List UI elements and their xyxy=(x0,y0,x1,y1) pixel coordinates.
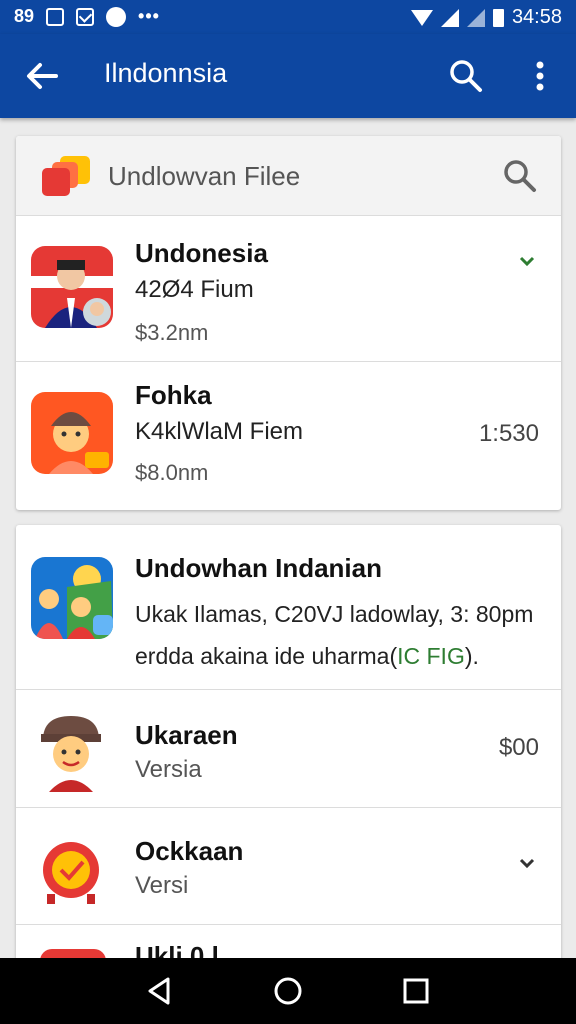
alarm-clock-icon xyxy=(31,826,113,908)
item-title: Undowhan Indanian xyxy=(135,553,382,583)
item-subtitle: K4klWlaM Fiem xyxy=(135,418,304,445)
search-icon[interactable] xyxy=(500,156,540,196)
list-item[interactable]: Undonesia 42Ø4 Fium $3.2nm xyxy=(16,216,561,362)
feature-item[interactable]: Undowhan Indanian Ukak Ilamas, C20VJ lad… xyxy=(16,525,561,690)
item-time: 1:530 xyxy=(478,420,539,447)
status-time: 34:58 xyxy=(511,6,562,28)
character-avatar-icon xyxy=(31,392,113,474)
battery-icon xyxy=(492,8,504,27)
more-dots-icon: ••• xyxy=(138,6,160,26)
item-price: $3.2nm xyxy=(135,320,209,345)
group-avatar-icon xyxy=(31,557,113,639)
item-title: Fohka xyxy=(135,380,212,410)
status-bar: 89 ••• 34:58 xyxy=(0,0,576,34)
item-description: erdda akaina ide uharma(IC FIG). xyxy=(135,643,479,669)
list-item[interactable]: Ockkaan Versi xyxy=(16,808,561,925)
status-number: 89 xyxy=(14,6,35,26)
item-title: Ukaraen xyxy=(135,720,238,750)
list-item[interactable]: Ukaraen Versia $00 xyxy=(16,690,561,808)
item-subtitle: 42Ø4 Fium xyxy=(135,276,254,303)
signal-icon xyxy=(466,8,485,27)
app-list-card: Undowhan Indanian Ukak Ilamas, C20VJ lad… xyxy=(16,525,561,965)
back-triangle-icon[interactable] xyxy=(140,971,180,1011)
search-input[interactable]: Undlowvan Filee xyxy=(108,161,300,192)
app-bar: Ilndonnsia xyxy=(0,34,576,118)
gallery-icon xyxy=(46,7,65,26)
search-results-card: Undlowvan Filee Undonesia 42Ø4 Fium $3.2… xyxy=(16,136,561,510)
item-price: $8.0nm xyxy=(135,460,209,485)
item-subtitle: Versia xyxy=(135,756,202,783)
item-title: Undonesia xyxy=(135,238,268,268)
search-icon[interactable] xyxy=(446,56,486,96)
character-avatar-icon xyxy=(31,710,113,792)
list-item[interactable]: Fohka K4klWlaM Fiem $8.0nm 1:530 xyxy=(16,362,561,510)
back-arrow-icon[interactable] xyxy=(22,56,62,96)
item-description: Ukak Ilamas, C20VJ ladowlay, 3: 80pm xyxy=(135,601,534,627)
chevron-down-icon[interactable] xyxy=(518,856,536,872)
signal-icon xyxy=(440,8,459,27)
search-bar[interactable]: Undlowvan Filee xyxy=(16,136,561,216)
overflow-menu-icon[interactable] xyxy=(522,56,558,96)
messenger-icon xyxy=(106,6,127,27)
wifi-icon xyxy=(410,9,433,26)
home-circle-icon[interactable] xyxy=(268,971,308,1011)
mail-icon xyxy=(76,7,95,26)
navigation-bar xyxy=(0,958,576,1024)
person-avatar-icon xyxy=(31,246,113,328)
recents-square-icon[interactable] xyxy=(396,971,436,1011)
chevron-down-icon[interactable] xyxy=(518,254,536,270)
item-subtitle: Versi xyxy=(135,872,189,899)
item-price: $00 xyxy=(498,734,539,761)
item-title: Ockkaan xyxy=(135,836,244,866)
app-logo-icon xyxy=(42,156,90,196)
page-title: Ilndonnsia xyxy=(104,58,228,88)
